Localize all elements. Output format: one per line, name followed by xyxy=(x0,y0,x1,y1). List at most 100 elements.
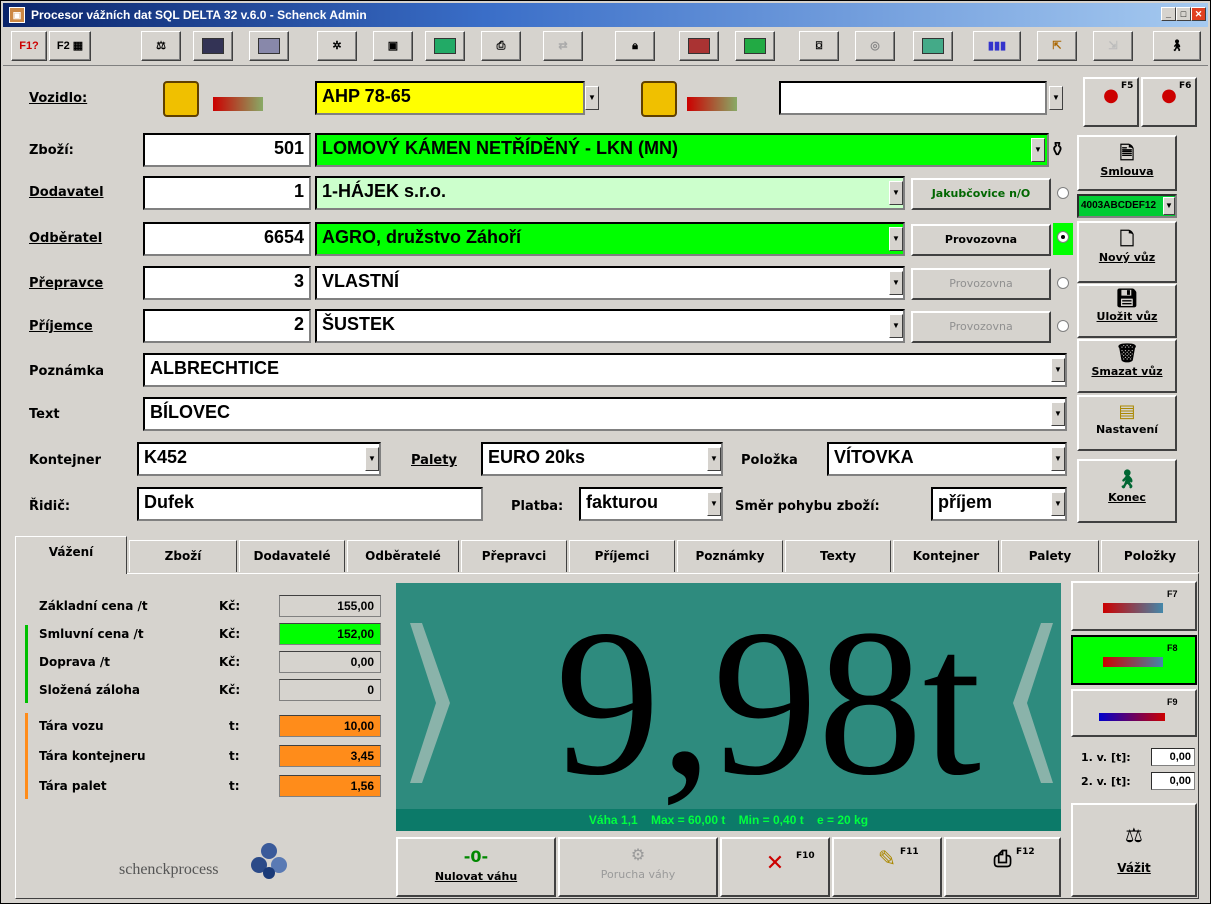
driver-field[interactable]: Dufek xyxy=(137,487,483,521)
vehicle2-dropdown-button[interactable]: ▼ xyxy=(1049,86,1063,110)
container-field[interactable]: K452 xyxy=(137,442,381,476)
container-dropdown-button[interactable]: ▼ xyxy=(365,447,379,471)
exit-toolbar-button[interactable]: 🚶︎ xyxy=(1153,31,1201,61)
export-button[interactable]: ⇱ xyxy=(1037,31,1077,61)
text-field[interactable]: BÍLOVEC xyxy=(143,397,1067,431)
goods-name-field[interactable]: LOMOVÝ KÁMEN NETŘÍDĚNÝ - LKN (MN) xyxy=(315,133,1049,167)
close-button[interactable]: ✕ xyxy=(1191,7,1206,21)
help-button[interactable]: F1? xyxy=(11,31,47,61)
f8-mode-button[interactable]: F8 xyxy=(1071,635,1197,685)
tab-prijemci[interactable]: Příjemci xyxy=(569,540,675,572)
app-icon: ▣ xyxy=(9,7,25,23)
customer-code-field[interactable]: 6654 xyxy=(143,222,311,256)
vehicle-plate-field[interactable]: AHP 78-65 xyxy=(315,81,585,115)
carrier-radio[interactable] xyxy=(1057,277,1069,289)
api-button[interactable] xyxy=(735,31,775,61)
new-car-button[interactable]: 🗋 Nový vůz xyxy=(1077,221,1177,283)
display-icon xyxy=(922,38,944,55)
item-dropdown-button[interactable]: ▼ xyxy=(1051,447,1065,471)
display-button[interactable] xyxy=(913,31,953,61)
f7-mode-button[interactable]: F7 xyxy=(1071,581,1197,631)
table-button[interactable] xyxy=(193,31,233,61)
save-car-button[interactable]: 💾︎ Uložit vůz xyxy=(1077,284,1177,338)
vehicle2-field[interactable] xyxy=(779,81,1047,115)
recipient-dropdown-button[interactable]: ▼ xyxy=(889,314,903,338)
maximize-button[interactable]: □ xyxy=(1176,7,1191,21)
f12-button[interactable]: ⎙ F12 xyxy=(944,837,1061,897)
vehicle-dropdown-button[interactable]: ▼ xyxy=(585,86,599,110)
payment-dropdown-button[interactable]: ▼ xyxy=(707,492,721,516)
lock-button[interactable]: 🔒︎ xyxy=(615,31,655,61)
carrier-branch-button[interactable]: Provozovna xyxy=(911,268,1051,300)
text-dropdown-button[interactable]: ▼ xyxy=(1051,402,1065,426)
carrier-code-field[interactable]: 3 xyxy=(143,266,311,300)
window-button[interactable]: ▣ xyxy=(373,31,413,61)
transfer-button[interactable]: ⇄ xyxy=(543,31,583,61)
chart-button[interactable]: ▮▮▮ xyxy=(973,31,1021,61)
tab-dodavatele[interactable]: Dodavatelé xyxy=(239,540,345,572)
direction-field[interactable]: příjem xyxy=(931,487,1067,521)
gauge-button[interactable]: ◎ xyxy=(855,31,895,61)
delete-car-button[interactable]: 🗑︎ Smazat vůz xyxy=(1077,339,1177,393)
f10-button[interactable]: ✕ F10 xyxy=(720,837,830,897)
tab-texty[interactable]: Texty xyxy=(785,540,891,572)
tab-prepravci[interactable]: Přepravci xyxy=(461,540,567,572)
zero-scale-button[interactable]: -0- Nulovat váhu xyxy=(396,837,556,897)
contract-code-select[interactable]: 4003ABCDEF12 xyxy=(1077,194,1177,218)
settings-button[interactable]: ▤ Nastavení xyxy=(1077,395,1177,451)
contract-code-dropdown-button[interactable]: ▼ xyxy=(1163,197,1175,215)
note-dropdown-button[interactable]: ▼ xyxy=(1051,358,1065,382)
card-button[interactable] xyxy=(679,31,719,61)
scale-button[interactable]: ⚖ xyxy=(141,31,181,61)
print-button[interactable]: ⎙ xyxy=(481,31,521,61)
payment-field[interactable]: fakturou xyxy=(579,487,723,521)
supplier-radio[interactable] xyxy=(1057,187,1069,199)
tab-polozky[interactable]: Položky xyxy=(1101,540,1199,572)
pallets-dropdown-button[interactable]: ▼ xyxy=(707,447,721,471)
delete-car-label: Smazat vůz xyxy=(1091,365,1163,378)
direction-dropdown-button[interactable]: ▼ xyxy=(1051,492,1065,516)
customer-dropdown-button[interactable]: ▼ xyxy=(889,227,903,251)
pallets-field[interactable]: EURO 20ks xyxy=(481,442,723,476)
screen-button[interactable] xyxy=(425,31,465,61)
supplier-name-field[interactable]: 1-HÁJEK s.r.o. xyxy=(315,176,905,210)
weigh-button[interactable]: ⚖ Vážit xyxy=(1071,803,1197,897)
tab-zbozi[interactable]: Zboží xyxy=(129,540,237,572)
bug-button[interactable]: ✲ xyxy=(317,31,357,61)
f11-button[interactable]: ✎ F11 xyxy=(832,837,942,897)
import-button[interactable]: ⇲ xyxy=(1093,31,1133,61)
recipient-radio[interactable] xyxy=(1057,320,1069,332)
f9-mode-button[interactable]: F9 xyxy=(1071,689,1197,737)
item-field[interactable]: VÍTOVKA xyxy=(827,442,1067,476)
contract-button[interactable]: 🗎 Smlouva xyxy=(1077,135,1177,191)
traffic-light-f6-button[interactable]: ● F6 xyxy=(1141,77,1197,127)
tab-poznamky[interactable]: Poznámky xyxy=(677,540,783,572)
tab-vazeni[interactable]: Vážení xyxy=(15,536,127,574)
scale-fault-button[interactable]: ⚙ Porucha váhy xyxy=(558,837,718,897)
carrier-dropdown-button[interactable]: ▼ xyxy=(889,271,903,295)
supplier-code-field[interactable]: 1 xyxy=(143,176,311,210)
camera-button[interactable]: ⌼ xyxy=(799,31,839,61)
supplier-branch-button[interactable]: Jakubčovice n/O xyxy=(911,178,1051,210)
grid-button[interactable] xyxy=(249,31,289,61)
goods-code-field[interactable]: 501 xyxy=(143,133,311,167)
customer-radio[interactable] xyxy=(1057,231,1069,243)
exit-button[interactable]: 🚶︎ Konec xyxy=(1077,459,1177,523)
supplier-dropdown-button[interactable]: ▼ xyxy=(889,181,903,205)
recipient-name-field[interactable]: ŠUSTEK xyxy=(315,309,905,343)
traffic-light-f5-button[interactable]: ● F5 xyxy=(1083,77,1139,127)
note-field[interactable]: ALBRECHTICE xyxy=(143,353,1067,387)
customer-name-field[interactable]: AGRO, družstvo Záhoří xyxy=(315,222,905,256)
vehicle-tare-unit: t: xyxy=(229,719,240,733)
minimize-button[interactable]: _ xyxy=(1161,7,1176,21)
recipient-code-field[interactable]: 2 xyxy=(143,309,311,343)
f2-button[interactable]: F2 ▦ xyxy=(49,31,91,61)
customer-branch-button[interactable]: Provozovna xyxy=(911,224,1051,256)
tab-odberatele[interactable]: Odběratelé xyxy=(347,540,459,572)
recipient-branch-button[interactable]: Provozovna xyxy=(911,311,1051,343)
toolbar: F1? F2 ▦ ⚖ ✲ ▣ ⎙ ⇄ 🔒︎ ⌼ ◎ ▮▮▮ ⇱ ⇲ 🚶︎ xyxy=(3,28,1208,66)
carrier-name-field[interactable]: VLASTNÍ xyxy=(315,266,905,300)
tab-kontejner[interactable]: Kontejner xyxy=(893,540,999,572)
tab-palety[interactable]: Palety xyxy=(1001,540,1099,572)
goods-dropdown-button[interactable]: ▼ xyxy=(1031,138,1045,162)
